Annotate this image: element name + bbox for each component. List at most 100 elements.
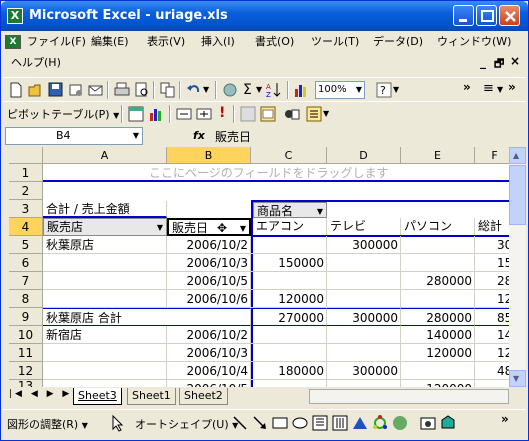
tv-cell[interactable] [327,380,401,387]
date-cell[interactable]: 2006/10/2 [167,236,251,254]
new-icon[interactable] [7,81,25,99]
pc-cell[interactable]: 120000 [401,344,475,362]
total-cell[interactable]: 85 [475,308,509,326]
print-preview-icon[interactable] [133,81,151,99]
field-list-icon[interactable] [305,105,323,123]
format-report-icon[interactable] [127,105,145,123]
select-all-corner[interactable] [9,147,43,164]
date-cell[interactable]: 2006/10/2 [167,326,251,344]
store-cell[interactable] [43,344,167,362]
date-cell[interactable]: 2006/10/6 [167,290,251,308]
store-cell[interactable]: 秋葉原店 合計 [43,308,251,326]
date-field-dropdown-icon[interactable]: ▼ [240,220,246,237]
store-cell[interactable]: 秋葉原店 [43,236,167,254]
hide-detail-icon[interactable] [175,105,193,123]
product-field-button[interactable]: 商品名 ▼ [253,202,327,218]
pc-cell[interactable] [401,362,475,380]
date-field-button-selected[interactable]: 販売日 ✥ ▼ [167,218,251,236]
menu-format[interactable]: 書式(O) [253,32,296,52]
aircon-cell[interactable] [251,344,327,362]
title-bar[interactable]: X Microsoft Excel - uriage.xls [1,1,528,31]
tv-cell[interactable]: 300000 [327,308,401,326]
draw-adjust-menu[interactable]: 図形の調整(R) ▼ [7,416,88,432]
pivot-toolbar-dropdown-icon[interactable]: ▼ [323,109,329,118]
help-icon[interactable]: ? [375,81,393,99]
tv-cell[interactable] [327,290,401,308]
store-cell[interactable] [43,272,167,290]
total-cell[interactable]: 12 [475,290,509,308]
clipart-icon[interactable] [391,414,409,432]
include-hidden-icon[interactable] [239,105,257,123]
pc-cell[interactable] [401,254,475,272]
sheet-navigation-icons[interactable]: |◀ ◀ ▶ ▶| [9,389,78,399]
align-icon[interactable]: ≡ [483,81,494,96]
sheet-tab-sheet3[interactable]: Sheet3 [73,388,122,405]
column-header-a[interactable]: A [43,147,167,164]
aircon-cell[interactable]: 150000 [251,254,327,272]
total-cell[interactable]: 12 [475,344,509,362]
aircon-cell[interactable] [251,326,327,344]
copy-icon[interactable] [159,81,177,99]
draw-adjust-dropdown-icon[interactable]: ▼ [82,421,88,430]
tv-cell[interactable] [327,344,401,362]
row-header-11[interactable]: 11 [9,344,43,362]
date-cell[interactable]: 2006/10/3 [167,344,251,362]
menu-window[interactable]: ウィンドウ(W) [435,32,513,52]
column-header-c[interactable]: C [251,147,327,164]
row-header-12[interactable]: 12 [9,362,43,380]
rectangle-icon[interactable] [271,414,289,432]
pivot-table-menu[interactable]: ピボットテーブル(P) ▼ [7,106,119,122]
date-cell[interactable]: 2006/10/4 [167,362,251,380]
menu-insert[interactable]: 挿入(I) [199,32,237,52]
worksheet-grid[interactable]: A B C D E F 1 2 3 4 5 6 7 8 9 10 11 12 1… [9,147,509,387]
aircon-cell[interactable]: 270000 [251,308,327,326]
store-field-dropdown-icon[interactable]: ▼ [157,219,163,236]
aircon-cell[interactable]: 180000 [251,362,327,380]
total-cell[interactable] [475,380,509,387]
menu-data[interactable]: データ(D) [371,32,425,52]
menu-tools[interactable]: ツール(T) [309,32,361,52]
sort-ascending-icon[interactable]: AZ [265,81,283,99]
tv-cell[interactable] [327,326,401,344]
store-field-button[interactable]: 販売店 ▼ [43,218,167,236]
store-cell[interactable] [43,362,167,380]
row-header-6[interactable]: 6 [9,254,43,272]
workbook-icon[interactable]: X [5,35,21,49]
pc-cell[interactable] [401,290,475,308]
pc-cell[interactable]: 140000 [401,326,475,344]
store-cell[interactable] [43,380,167,387]
vertical-textbox-icon[interactable] [331,414,349,432]
zoom-dropdown-icon[interactable]: ▼ [356,82,362,98]
column-header-f[interactable]: F [475,147,509,164]
undo-icon[interactable] [185,81,203,99]
row-header-9[interactable]: 9 [9,308,43,326]
row-header-8[interactable]: 8 [9,290,43,308]
close-button[interactable] [499,5,520,26]
menu-file[interactable]: ファイル(F) [25,32,88,52]
toolbar-options-icon[interactable]: » [463,80,471,94]
textbox-icon[interactable] [311,414,329,432]
date-cell[interactable]: 2006/10/3 [167,254,251,272]
maximize-button[interactable] [476,5,497,26]
save-icon[interactable] [47,81,65,99]
formula-content[interactable]: 販売日 [215,128,251,145]
row-header-4[interactable]: 4 [9,218,43,236]
row-header-10[interactable]: 10 [9,326,43,344]
insert-function-icon[interactable]: fx [193,129,205,142]
menu-view[interactable]: 表示(V) [145,32,187,52]
oval-icon[interactable] [291,414,309,432]
store-cell[interactable] [43,290,167,308]
autoshape-menu[interactable]: オートシェイプ(U) ▼ [135,416,238,432]
column-header-b[interactable]: B [167,147,251,164]
vertical-scrollbar[interactable]: ▲ ▼ [509,147,526,387]
show-detail-icon[interactable] [195,105,213,123]
sheet-tab-sheet2[interactable]: Sheet2 [179,388,228,405]
pc-cell[interactable]: 280000 [401,272,475,290]
column-header-d[interactable]: D [327,147,401,164]
row-header-1[interactable]: 1 [9,164,43,182]
total-cell[interactable]: 15 [475,254,509,272]
zoom-select[interactable]: 100% ▼ [315,81,365,99]
row-header-5[interactable]: 5 [9,236,43,254]
autosum-icon[interactable]: Σ [243,82,252,98]
open-icon[interactable] [27,81,45,99]
